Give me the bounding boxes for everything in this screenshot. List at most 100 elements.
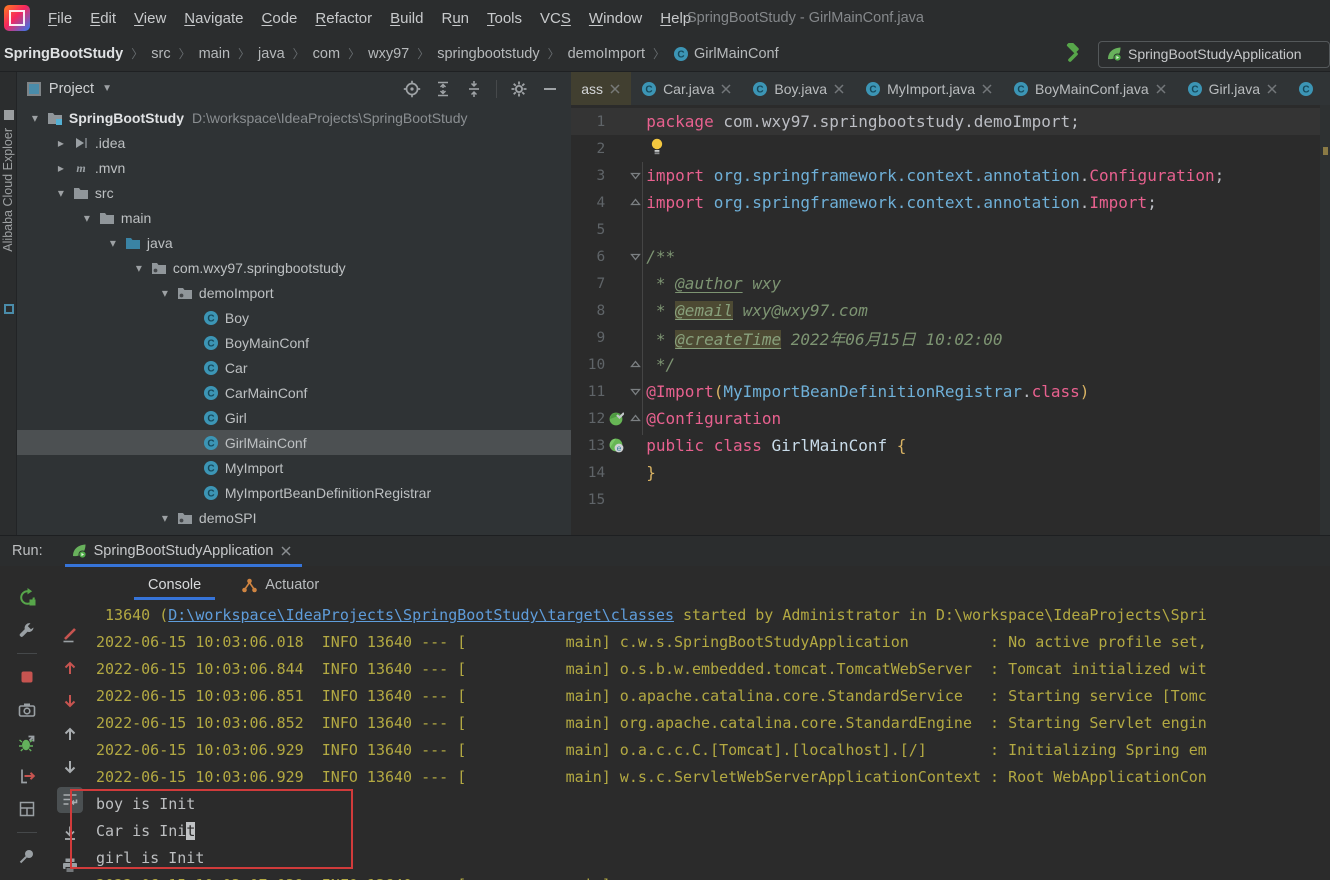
tool-stripe-item-alibaba-cloud-exploer[interactable]: Alibaba Cloud Exploer: [1, 128, 15, 252]
fold-down-icon[interactable]: [627, 170, 643, 181]
run-tab-springbootstudyapplication[interactable]: SpringBootStudyApplication: [65, 536, 303, 566]
editor-tab-girl-java[interactable]: CGirl.java: [1177, 72, 1288, 105]
expand-icon[interactable]: [434, 80, 452, 98]
breadcrumb-item-main[interactable]: main: [199, 46, 230, 62]
tree-item-myimportbeandefinitionregistrar[interactable]: CMyImportBeanDefinitionRegistrar: [17, 480, 571, 505]
tool-stripe-icon-blue[interactable]: [4, 304, 14, 314]
editor-tab-boymainconf-java[interactable]: CBoyMainConf.java: [1003, 72, 1177, 105]
tree-item-mvn[interactable]: ▸m.mvn: [17, 155, 571, 180]
layout-button[interactable]: [14, 796, 40, 822]
exit-button[interactable]: [14, 763, 40, 789]
breadcrumb-item-demoimport[interactable]: demoImport: [568, 46, 645, 62]
up-red-button[interactable]: [57, 655, 83, 681]
breadcrumb-item-src[interactable]: src: [151, 46, 170, 62]
tree-item-girl[interactable]: CGirl: [17, 405, 571, 430]
tree-item-car[interactable]: CCar: [17, 355, 571, 380]
tree-item-src[interactable]: ▾src: [17, 180, 571, 205]
down-gray-button[interactable]: [57, 754, 83, 780]
chevron-down-icon[interactable]: ▾: [49, 186, 73, 200]
scrollend-button[interactable]: [57, 820, 83, 846]
build-hammer-icon[interactable]: [1062, 43, 1084, 65]
clear-button[interactable]: [57, 622, 83, 648]
spring-conf-icon[interactable]: e: [605, 438, 627, 453]
fold-up-icon[interactable]: [627, 197, 643, 208]
minus-icon[interactable]: [541, 80, 559, 98]
fold-down-icon[interactable]: [627, 251, 643, 262]
gear-icon[interactable]: [510, 80, 528, 98]
close-icon[interactable]: [609, 83, 621, 95]
tab-actuator[interactable]: Actuator: [241, 570, 319, 600]
menu-code[interactable]: Code: [253, 10, 307, 27]
editor-tab-boy-java[interactable]: CBoy.java: [742, 72, 855, 105]
editor-scrollbar[interactable]: [1320, 105, 1330, 535]
menu-window[interactable]: Window: [580, 10, 651, 27]
tool-stripe-icon[interactable]: [4, 110, 14, 120]
close-icon[interactable]: [833, 83, 845, 95]
editor-tab-car-java[interactable]: CCar.java: [631, 72, 742, 105]
menu-vcs[interactable]: VCS: [531, 10, 580, 27]
close-icon[interactable]: [981, 83, 993, 95]
chevron-down-icon[interactable]: ▾: [75, 211, 99, 225]
chevron-down-icon[interactable]: ▾: [23, 111, 47, 125]
breadcrumb-item-springbootstudy[interactable]: springbootstudy: [437, 46, 539, 62]
tree-item-demoimport[interactable]: ▾demoImport: [17, 280, 571, 305]
target-icon[interactable]: [403, 80, 421, 98]
breadcrumb-item-java[interactable]: java: [258, 46, 285, 62]
stop-button[interactable]: [14, 664, 40, 690]
menu-edit[interactable]: Edit: [81, 10, 125, 27]
breadcrumb-item-springbootstudy[interactable]: SpringBootStudy: [4, 46, 123, 62]
tree-item-main[interactable]: ▾main: [17, 205, 571, 230]
fold-up-icon[interactable]: [627, 413, 643, 424]
chevron-down-icon[interactable]: ▾: [153, 286, 177, 300]
pin-button[interactable]: [14, 843, 40, 869]
project-panel-title[interactable]: Project: [49, 81, 94, 97]
breadcrumb-item-com[interactable]: com: [313, 46, 340, 62]
spring-bean-icon[interactable]: [605, 411, 627, 426]
menu-navigate[interactable]: Navigate: [175, 10, 252, 27]
chevron-right-icon[interactable]: ▸: [49, 136, 73, 150]
softwrap-button[interactable]: [57, 787, 83, 813]
tree-item-springbootstudy[interactable]: ▾SpringBootStudyD:\workspace\IdeaProject…: [17, 105, 571, 130]
editor-tab-ass[interactable]: ass: [571, 72, 631, 105]
editor-tab-myimport-java[interactable]: CMyImport.java: [855, 72, 1003, 105]
intention-bulb-icon[interactable]: [650, 138, 664, 155]
tab-console[interactable]: Console: [148, 570, 201, 600]
code-editor[interactable]: 1package com.wxy97.springbootstudy.demoI…: [571, 105, 1330, 535]
editor-tab-partial[interactable]: C: [1288, 72, 1330, 105]
tree-item-girlmainconf[interactable]: CGirlMainConf: [17, 430, 571, 455]
menu-tools[interactable]: Tools: [478, 10, 531, 27]
close-icon[interactable]: [1266, 83, 1278, 95]
fold-down-icon[interactable]: [627, 386, 643, 397]
up-gray-button[interactable]: [57, 721, 83, 747]
menu-file[interactable]: File: [39, 10, 81, 27]
close-icon[interactable]: [280, 545, 292, 557]
menu-build[interactable]: Build: [381, 10, 432, 27]
breadcrumb-item-girlmainconf[interactable]: CGirlMainConf: [673, 46, 779, 62]
chevron-down-icon[interactable]: ▼: [102, 83, 112, 94]
tree-item-java[interactable]: ▾java: [17, 230, 571, 255]
chevron-down-icon[interactable]: ▾: [101, 236, 125, 250]
menu-refactor[interactable]: Refactor: [306, 10, 381, 27]
console-path-link[interactable]: D:\workspace\IdeaProjects\SpringBootStud…: [168, 606, 674, 624]
menu-run[interactable]: Run: [432, 10, 478, 27]
chevron-right-icon[interactable]: ▸: [49, 161, 73, 175]
tree-item-boy[interactable]: CBoy: [17, 305, 571, 330]
tree-item-myimport[interactable]: CMyImport: [17, 455, 571, 480]
chevron-down-icon[interactable]: ▾: [153, 511, 177, 525]
camera-button[interactable]: [14, 697, 40, 723]
tree-item-idea[interactable]: ▸.idea: [17, 130, 571, 155]
console-output[interactable]: 13640 (D:\workspace\IdeaProjects\SpringB…: [96, 602, 1330, 880]
menu-view[interactable]: View: [125, 10, 175, 27]
tree-item-carmainconf[interactable]: CCarMainConf: [17, 380, 571, 405]
chevron-down-icon[interactable]: ▾: [127, 261, 151, 275]
collapse-icon[interactable]: [465, 80, 483, 98]
tree-item-com-wxy97-springbootstudy[interactable]: ▾com.wxy97.springbootstudy: [17, 255, 571, 280]
close-icon[interactable]: [720, 83, 732, 95]
print-button[interactable]: [57, 853, 83, 879]
debug-button[interactable]: [14, 730, 40, 756]
wrench-button[interactable]: [14, 617, 40, 643]
tree-item-demospi[interactable]: ▾demoSPI: [17, 505, 571, 530]
close-icon[interactable]: [1155, 83, 1167, 95]
fold-up-icon[interactable]: [627, 359, 643, 370]
rerun-button[interactable]: [14, 584, 40, 610]
